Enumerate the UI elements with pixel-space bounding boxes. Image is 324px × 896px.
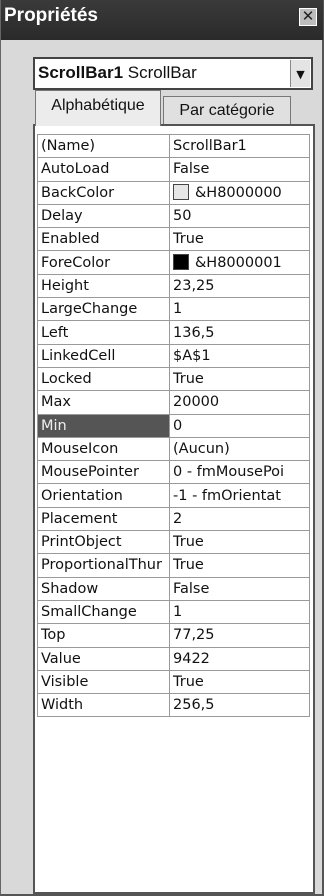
property-value[interactable]: 136,5 — [169, 320, 310, 345]
property-value[interactable]: True — [169, 669, 310, 695]
object-name: ScrollBar1 — [38, 63, 124, 82]
property-row[interactable]: LinkedCell $A$1 — [37, 343, 310, 368]
property-row[interactable]: ForeColor &H8000001 — [37, 250, 310, 275]
property-value[interactable]: True — [169, 227, 310, 252]
property-name[interactable]: Visible — [37, 669, 170, 695]
property-row[interactable]: Delay 50 — [37, 203, 310, 229]
property-value[interactable]: 77,25 — [169, 623, 310, 648]
window-title: Propriétés — [4, 5, 98, 26]
property-name[interactable]: MouseIcon — [37, 436, 170, 462]
property-name[interactable]: Max — [37, 390, 170, 415]
property-name[interactable]: Value — [37, 646, 170, 671]
property-value[interactable]: 2 — [169, 506, 310, 532]
property-grid: (Name) ScrollBar1 AutoLoad False BackColor &H… — [33, 124, 315, 894]
property-value-text: &H8000000 — [195, 185, 282, 202]
property-name[interactable]: MousePointer — [37, 460, 170, 485]
chevron-down-icon[interactable]: ▼ — [290, 60, 310, 87]
property-name[interactable]: LinkedCell — [37, 343, 170, 368]
property-name[interactable]: Top — [37, 623, 170, 648]
property-row[interactable]: Enabled True — [37, 227, 310, 252]
property-row[interactable]: Width 256,5 — [37, 693, 310, 718]
property-value[interactable]: 23,25 — [169, 273, 310, 299]
color-swatch — [173, 184, 189, 201]
property-value[interactable]: 0 — [169, 413, 310, 438]
property-name[interactable]: Height — [37, 273, 170, 299]
property-name[interactable]: Delay — [37, 203, 170, 229]
tab-par-categorie[interactable]: Par catégorie — [163, 96, 291, 124]
property-name[interactable]: Enabled — [37, 227, 170, 252]
object-selector-dropdown[interactable]: ScrollBar1 ScrollBar ▼ — [33, 57, 313, 90]
property-value[interactable]: 9422 — [169, 646, 310, 671]
close-icon[interactable]: ✕ — [299, 8, 317, 26]
property-row[interactable]: AutoLoad False — [37, 157, 310, 182]
property-value[interactable]: True — [169, 366, 310, 392]
property-name[interactable]: ForeColor — [37, 250, 170, 275]
property-value[interactable]: -1 - fmOrientat — [169, 483, 310, 508]
property-value[interactable]: 1 — [169, 599, 310, 625]
property-value[interactable]: &H8000000 — [169, 180, 310, 205]
property-name[interactable]: Width — [37, 693, 170, 718]
property-name[interactable]: (Name) — [37, 133, 170, 159]
property-name[interactable]: Shadow — [37, 576, 170, 601]
properties-window: Propriétés ✕ ScrollBar1 ScrollBar ▼ Alph… — [0, 0, 324, 896]
color-swatch — [173, 254, 189, 271]
object-selector-value: ScrollBar1 ScrollBar — [38, 63, 197, 83]
property-row[interactable]: Height 23,25 — [37, 273, 310, 299]
property-row[interactable]: Shadow False — [37, 576, 310, 601]
property-name[interactable]: Locked — [37, 366, 170, 392]
property-row[interactable]: Value 9422 — [37, 646, 310, 671]
property-value[interactable]: True — [169, 553, 310, 578]
property-value[interactable]: 20000 — [169, 390, 310, 415]
property-value[interactable]: False — [169, 157, 310, 182]
property-row[interactable]: (Name) ScrollBar1 — [37, 133, 310, 159]
property-value[interactable]: (Aucun) — [169, 436, 310, 462]
property-name[interactable]: ProportionalThur — [37, 553, 170, 578]
property-row[interactable]: ProportionalThur True — [37, 553, 310, 578]
property-name[interactable]: Placement — [37, 506, 170, 532]
property-value[interactable]: 50 — [169, 203, 310, 229]
property-value[interactable]: 0 - fmMousePoi — [169, 460, 310, 485]
property-value[interactable]: 256,5 — [169, 693, 310, 718]
property-row[interactable]: MouseIcon (Aucun) — [37, 436, 310, 462]
property-row[interactable]: Orientation -1 - fmOrientat — [37, 483, 310, 508]
property-row[interactable]: PrintObject True — [37, 530, 310, 555]
property-row[interactable]: Top 77,25 — [37, 623, 310, 648]
property-name[interactable]: AutoLoad — [37, 157, 170, 182]
property-row[interactable]: Min 0 — [37, 413, 310, 438]
property-value[interactable]: False — [169, 576, 310, 601]
property-value[interactable]: 1 — [169, 297, 310, 322]
title-bar[interactable]: Propriétés ✕ — [1, 0, 323, 40]
property-row[interactable]: Placement 2 — [37, 506, 310, 532]
property-value[interactable]: &H8000001 — [169, 250, 310, 275]
property-row[interactable]: Max 20000 — [37, 390, 310, 415]
property-row[interactable]: MousePointer 0 - fmMousePoi — [37, 460, 310, 485]
property-name[interactable]: BackColor — [37, 180, 170, 205]
property-name[interactable]: Orientation — [37, 483, 170, 508]
property-row[interactable]: SmallChange 1 — [37, 599, 310, 625]
property-row[interactable]: BackColor &H8000000 — [37, 180, 310, 205]
property-row[interactable]: Locked True — [37, 366, 310, 392]
property-row[interactable]: Left 136,5 — [37, 320, 310, 345]
object-type: ScrollBar — [127, 63, 197, 82]
property-name[interactable]: LargeChange — [37, 297, 170, 322]
property-table: (Name) ScrollBar1 AutoLoad False BackColor &H… — [37, 133, 310, 718]
property-row[interactable]: LargeChange 1 — [37, 297, 310, 322]
tab-alphabetique[interactable]: Alphabétique — [35, 90, 161, 126]
property-value-text: &H8000001 — [195, 255, 282, 272]
property-name[interactable]: Min — [37, 413, 170, 438]
property-value[interactable]: True — [169, 530, 310, 555]
property-name[interactable]: SmallChange — [37, 599, 170, 625]
property-row[interactable]: Visible True — [37, 669, 310, 695]
property-name[interactable]: PrintObject — [37, 530, 170, 555]
property-value[interactable]: ScrollBar1 — [169, 133, 310, 159]
property-name[interactable]: Left — [37, 320, 170, 345]
property-value[interactable]: $A$1 — [169, 343, 310, 368]
